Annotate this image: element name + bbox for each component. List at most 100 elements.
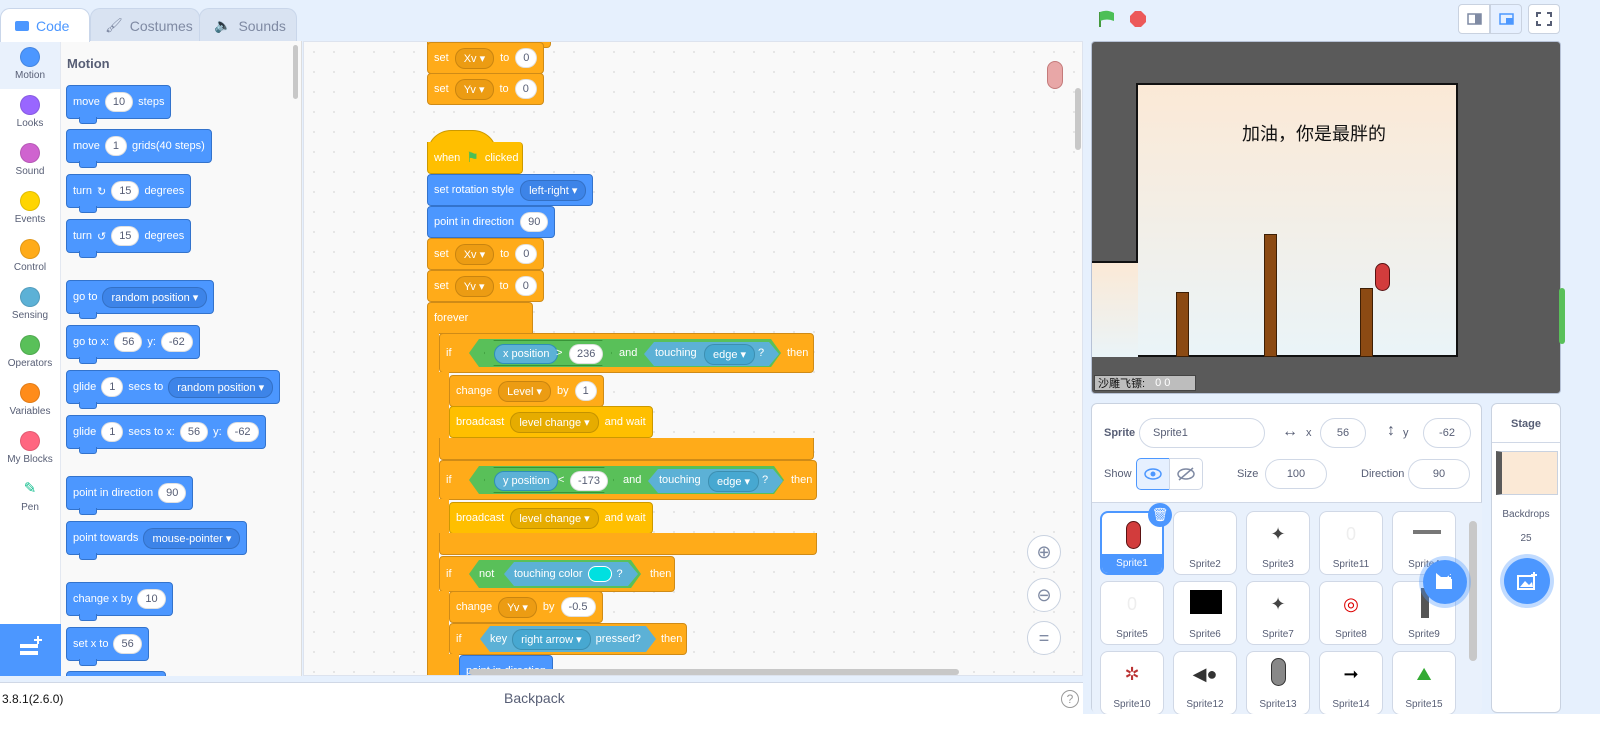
direction-field[interactable]: 90 [1408, 459, 1470, 489]
sprite-tile[interactable]: ➞ Sprite14 [1319, 651, 1383, 714]
block-input[interactable]: 15 [111, 181, 140, 201]
size-field[interactable]: 100 [1265, 459, 1327, 489]
block-point-towards[interactable]: point towards mouse-pointer ▾ [66, 521, 248, 560]
block-dropdown[interactable]: random position ▾ [102, 286, 208, 308]
variable-dropdown[interactable]: Yv ▾ [454, 78, 494, 100]
block-input[interactable]: 56 [179, 422, 209, 442]
block-input[interactable]: 56 [113, 634, 142, 654]
stop-button[interactable] [1129, 10, 1147, 28]
key-dropdown[interactable]: right arrow ▾ [512, 629, 591, 650]
sprite-tile[interactable]: ⛰ Sprite15 [1392, 651, 1456, 714]
tab-code[interactable]: Code [0, 8, 90, 42]
rotation-dropdown[interactable]: left-right ▾ [520, 179, 587, 201]
y-position-reporter[interactable]: y position [494, 471, 559, 491]
fullscreen-button[interactable] [1528, 4, 1560, 34]
block-input[interactable]: 90 [158, 483, 187, 503]
script-change-yv[interactable]: change Yv ▾ by -0.5 [449, 591, 603, 623]
variable-dropdown[interactable]: Xv ▾ [454, 47, 495, 69]
block-set-x[interactable]: set x to 56 [66, 627, 149, 666]
zoom-out-button[interactable]: ⊖ [1027, 578, 1061, 612]
block-input[interactable]: 0 [514, 79, 537, 99]
script-point-direction[interactable]: point in direction 90 [427, 206, 556, 238]
category-pen[interactable]: ✎ Pen [0, 473, 60, 521]
touching-dropdown[interactable]: edge ▾ [704, 344, 756, 365]
category-variables[interactable]: Variables [0, 377, 60, 425]
block-change-x[interactable]: change x by 10 [66, 582, 173, 621]
show-hidden-button[interactable] [1169, 458, 1203, 490]
block-point-direction[interactable]: point in direction 90 [66, 476, 194, 515]
tab-sounds[interactable]: 🔈 Sounds [199, 8, 297, 42]
script-horizontal-scrollbar[interactable] [469, 669, 959, 675]
category-sound[interactable]: Sound [0, 137, 60, 185]
sprite-tile[interactable]: ✦ Sprite7 [1246, 581, 1310, 645]
block-turn-ccw[interactable]: turn ↺ 15 degrees [66, 219, 192, 258]
script-vertical-scrollbar[interactable] [1075, 88, 1081, 150]
add-extension-button[interactable] [0, 624, 61, 676]
sprite-tile[interactable]: ◀● Sprite12 [1173, 651, 1237, 714]
small-stage-button[interactable] [1458, 4, 1490, 34]
block-glide-xy[interactable]: glide 1 secs to x: 56 y: -62 [66, 415, 266, 454]
stage[interactable]: 加油，你是最胖的 沙雕飞镖: 0 0 [1091, 41, 1561, 394]
block-input[interactable]: 1 [101, 377, 124, 397]
category-looks[interactable]: Looks [0, 89, 60, 137]
sprite-tile[interactable]: Sprite6 [1173, 581, 1237, 645]
script-set-yv-2[interactable]: set Yv ▾ to 0 [427, 270, 544, 302]
color-swatch[interactable] [588, 566, 612, 582]
script-set-yv[interactable]: set Yv ▾ to 0 [427, 73, 544, 105]
category-events[interactable]: Events [0, 185, 60, 233]
block-input[interactable]: 0 [514, 276, 537, 296]
stage-selector[interactable]: Stage Backdrops 25 [1491, 403, 1561, 713]
add-backdrop-button[interactable] [1504, 558, 1550, 604]
category-control[interactable]: Control [0, 233, 60, 281]
variable-dropdown[interactable]: Yv ▾ [454, 275, 494, 297]
block-move-grids[interactable]: move 1 grids(40 steps) [66, 129, 212, 168]
script-set-xv[interactable]: set Xv ▾ to 0 [427, 42, 545, 74]
category-sensing[interactable]: Sensing [0, 281, 60, 329]
sprite-list-scrollbar[interactable] [1469, 521, 1477, 661]
script-when-flag-clicked[interactable]: when ⚑ clicked [427, 142, 523, 174]
y-field[interactable]: -62 [1423, 418, 1471, 448]
script-set-rotation-style[interactable]: set rotation style left-right ▾ [427, 174, 594, 206]
variable-dropdown[interactable]: Level ▾ [498, 380, 551, 402]
block-input[interactable]: -0.5 [560, 597, 596, 617]
block-input[interactable]: -62 [226, 422, 259, 442]
block-go-to-xy[interactable]: go to x: 56 y: -62 [66, 325, 200, 364]
backpack-header[interactable]: Backpack [504, 690, 565, 706]
add-sprite-button[interactable] [1423, 560, 1467, 604]
block-move-steps[interactable]: move 10 steps [66, 85, 172, 124]
stage-resize-handle[interactable] [1559, 288, 1565, 344]
player-sprite[interactable] [1375, 263, 1390, 291]
sprite-name-field[interactable]: Sprite1 [1139, 418, 1265, 448]
green-flag-button[interactable] [1097, 10, 1117, 28]
block-partial[interactable] [66, 671, 166, 676]
message-dropdown[interactable]: level change ▾ [510, 411, 599, 433]
help-button[interactable]: ? [1061, 690, 1079, 708]
touching-dropdown[interactable]: edge ▾ [708, 471, 760, 492]
block-input[interactable]: 56 [114, 332, 143, 352]
sprite-tile[interactable]: 0 Sprite11 [1319, 511, 1383, 575]
script-set-xv-2[interactable]: set Xv ▾ to 0 [427, 238, 545, 270]
block-input[interactable]: 0 [515, 244, 538, 264]
variable-dropdown[interactable]: Xv ▾ [454, 243, 495, 265]
block-input[interactable]: -173 [570, 471, 609, 491]
tab-costumes[interactable]: 🖌 Costumes [90, 8, 200, 42]
message-dropdown[interactable]: level change ▾ [510, 507, 599, 529]
block-glide[interactable]: glide 1 secs to random position ▾ [66, 370, 281, 409]
show-visible-button[interactable] [1136, 458, 1170, 490]
block-dropdown[interactable]: random position ▾ [168, 376, 274, 398]
block-input[interactable]: 10 [137, 589, 166, 609]
block-input[interactable]: 1 [104, 136, 128, 156]
zoom-in-button[interactable]: ⊕ [1027, 535, 1061, 569]
block-input[interactable]: 10 [104, 92, 134, 112]
zoom-reset-button[interactable]: = [1027, 621, 1061, 655]
block-input[interactable]: 1 [574, 381, 597, 401]
sprite-tile[interactable]: Sprite13 [1246, 651, 1310, 714]
block-input[interactable]: 1 [101, 422, 124, 442]
x-position-reporter[interactable]: x position [494, 344, 559, 364]
sprite-tile[interactable]: ✲ Sprite10 [1100, 651, 1164, 714]
category-motion[interactable]: Motion [0, 41, 60, 89]
touching-color-predicate[interactable]: touching color? [504, 562, 638, 586]
large-stage-button[interactable] [1490, 4, 1522, 34]
block-turn-cw[interactable]: turn ↻ 15 degrees [66, 174, 192, 213]
category-my-blocks[interactable]: My Blocks [0, 425, 60, 473]
